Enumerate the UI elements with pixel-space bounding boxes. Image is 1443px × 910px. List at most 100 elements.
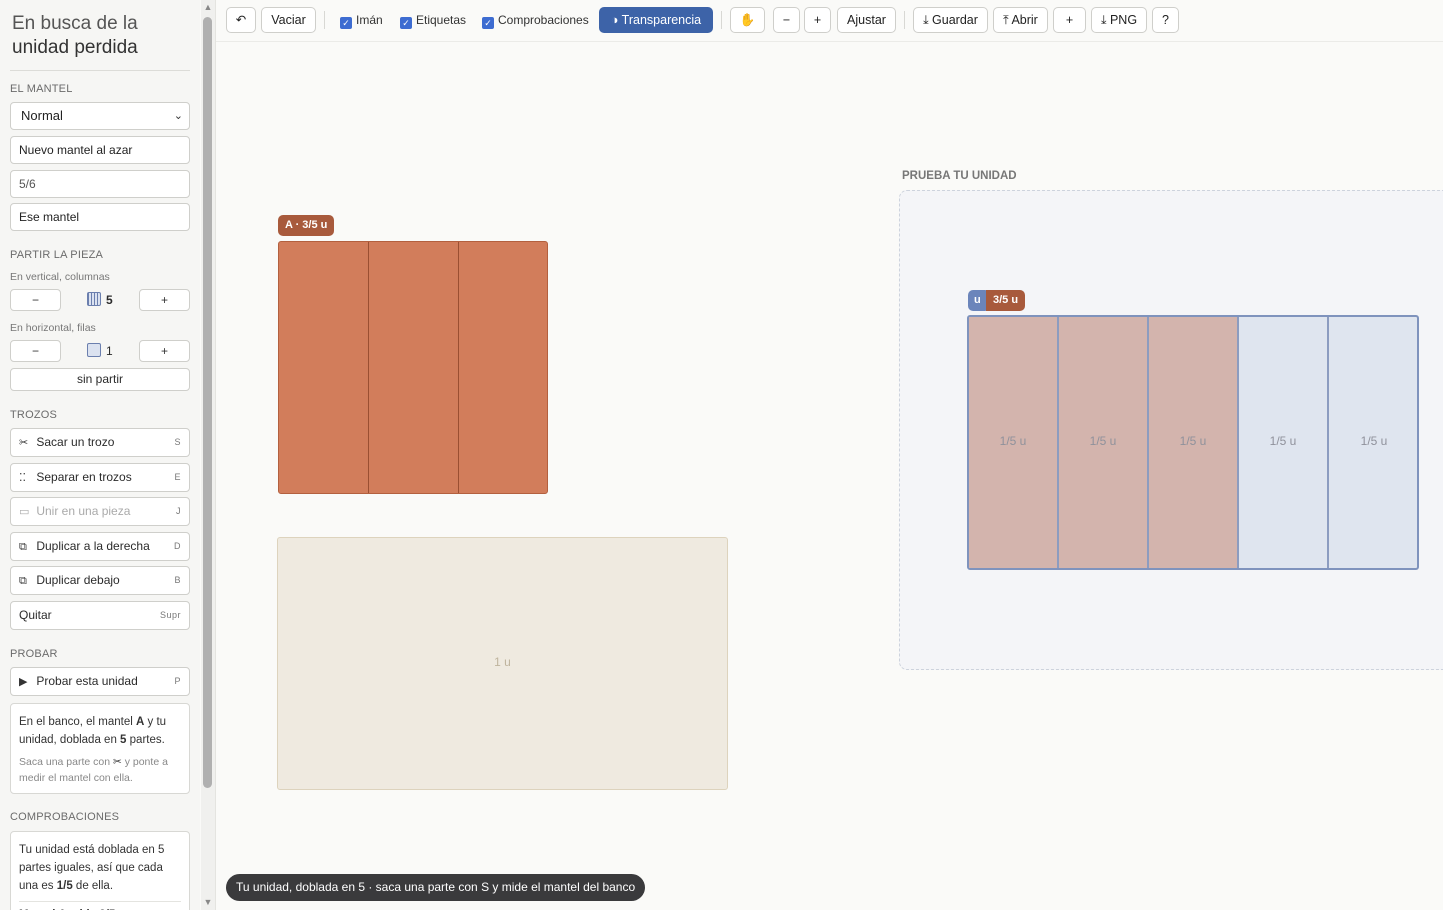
section-trozos: TROZOS [10, 409, 58, 421]
vertical-label: En vertical, columnas [10, 271, 110, 283]
no-split-button[interactable]: sin partir [10, 368, 190, 391]
fit-button[interactable]: Ajustar [837, 7, 896, 33]
scissors-icon: ✂ [112, 756, 122, 768]
piece-divider [368, 242, 369, 493]
shortcut-key: B [174, 575, 181, 585]
cell-label: 1/5 u [1089, 434, 1117, 448]
measure-cell[interactable]: 1/5 u [1239, 317, 1329, 568]
join-piece-button[interactable]: ▭ Unir en una pieza J [10, 497, 190, 526]
scrollbar-thumb[interactable] [203, 17, 212, 788]
rows-count: 1 [106, 344, 113, 358]
transparencia-toggle[interactable]: ◑ Transparencia [599, 7, 713, 33]
zoom-out-button[interactable]: − [773, 7, 800, 33]
rows-minus-button[interactable]: − [10, 340, 61, 362]
app-title-line1: En busca de la [12, 13, 138, 34]
fraction-input[interactable]: 5/6 [10, 170, 190, 198]
take-piece-label: Sacar un trozo [36, 435, 115, 449]
mode-select-value: Normal [21, 108, 63, 123]
app-title-line2: unidad perdida [12, 37, 138, 58]
toolbar: ↶ Vaciar ✓ Imán ✓ Etiquetas ✓ Comprobacione… [216, 0, 1443, 42]
info-hint: Saca una parte con ✂ y ponte a medir el … [19, 756, 168, 784]
divider [215, 0, 216, 910]
duplicate-right-button[interactable]: ⧉ Duplicar a la derecha D [10, 532, 190, 561]
cell-label: 1/5 u [1360, 434, 1388, 448]
columns-count: 5 [106, 293, 113, 307]
measure-cell[interactable]: 1/5 u [969, 317, 1059, 568]
rows-value: 1 [87, 340, 127, 362]
rows-plus-button[interactable]: + [139, 340, 190, 362]
etiquetas-label: Etiquetas [416, 13, 467, 27]
horizontal-label: En horizontal, filas [10, 322, 96, 334]
etiquetas-checkbox[interactable]: ✓ Etiquetas [400, 13, 466, 29]
scissors-icon: ✂ [19, 437, 29, 449]
check-icon: ✓ [482, 17, 494, 29]
vaciar-button[interactable]: Vaciar [261, 7, 316, 33]
dots-icon: ⁚⁚ [19, 472, 26, 484]
info-text: En el banco, el mantel A y tu unidad, do… [19, 716, 167, 746]
check-text: Tu unidad está doblada en 5 partes igual… [19, 844, 165, 892]
columns-value: 5 [87, 289, 127, 311]
check-icon: ✓ [400, 17, 412, 29]
open-button[interactable]: ⤒ Abrir [993, 7, 1048, 33]
check-card: Tu unidad está doblada en 5 partes igual… [10, 831, 190, 910]
rows-icon [87, 343, 101, 357]
divider [324, 11, 325, 29]
zoom-in-button[interactable]: + [804, 7, 831, 33]
section-comprobaciones: COMPROBACIONES [10, 811, 120, 823]
that-mantel-button[interactable]: Ese mantel [10, 203, 190, 231]
add-button[interactable]: + [1053, 7, 1086, 33]
app-title: En busca de la unidad perdida [12, 12, 138, 60]
unit-piece[interactable]: 1 u [277, 537, 728, 790]
piece-divider [458, 242, 459, 493]
duplicate-below-label: Duplicar debajo [36, 573, 120, 587]
remove-label: Quitar [19, 608, 52, 622]
duplicate-below-button[interactable]: ⧉ Duplicar debajo B [10, 566, 190, 595]
shortcut-key: P [174, 676, 181, 686]
measure-bar[interactable]: 1/5 u 1/5 u 1/5 u 1/5 u 1/5 u [967, 315, 1419, 570]
duplicate-icon: ⧉ [19, 541, 27, 553]
shortcut-key: S [174, 437, 181, 447]
split-pieces-button[interactable]: ⁚⁚ Separar en trozos E [10, 463, 190, 492]
export-png-button[interactable]: ⤓ PNG [1091, 7, 1147, 33]
undo-button[interactable]: ↶ [226, 7, 256, 33]
iman-checkbox[interactable]: ✓ Imán [340, 13, 383, 29]
help-button[interactable]: ? [1152, 7, 1179, 33]
columns-minus-button[interactable]: − [10, 289, 61, 311]
mode-select[interactable]: Normal ⌄ [10, 102, 190, 130]
test-unit-label: Probar esta unidad [36, 674, 138, 688]
test-unit-button[interactable]: ▶ Probar esta unidad P [10, 667, 190, 696]
remove-button[interactable]: Quitar Supr [10, 601, 190, 630]
columns-icon [87, 292, 101, 306]
section-partir: PARTIR LA PIEZA [10, 249, 104, 261]
chevron-down-icon: ⌄ [173, 110, 183, 122]
shortcut-key: D [174, 541, 181, 551]
comprobaciones-label: Comprobaciones [498, 13, 589, 27]
play-icon: ▶ [19, 676, 28, 688]
new-random-mantel-button[interactable]: Nuevo mantel al azar [10, 136, 190, 164]
section-probar: PROBAR [10, 648, 58, 660]
check-result: Mantel A mide 3/5 u [19, 901, 181, 910]
duplicate-right-label: Duplicar a la derecha [36, 539, 150, 553]
save-button[interactable]: ⤓ Guardar [913, 7, 988, 33]
measure-cell[interactable]: 1/5 u [1149, 317, 1239, 568]
comprobaciones-checkbox[interactable]: ✓ Comprobaciones [482, 13, 589, 29]
rectangle-icon: ▭ [19, 506, 30, 518]
columns-plus-button[interactable]: + [139, 289, 190, 311]
scroll-up-icon[interactable]: ▲ [203, 2, 213, 12]
unit-label: 1 u [494, 655, 511, 669]
iman-label: Imán [356, 13, 383, 27]
test-zone-title: PRUEBA TU UNIDAD [902, 170, 1017, 182]
scroll-down-icon[interactable]: ▼ [203, 897, 213, 907]
measure-cell[interactable]: 1/5 u [1059, 317, 1149, 568]
join-piece-label: Unir en una pieza [36, 504, 131, 518]
hand-tool-button[interactable]: ✋ [730, 7, 765, 33]
piece-a[interactable] [278, 241, 548, 494]
take-piece-button[interactable]: ✂ Sacar un trozo S [10, 428, 190, 457]
measure-tag: 3/5 u [986, 290, 1026, 311]
divider [10, 70, 190, 71]
section-mantel: EL MANTEL [10, 83, 73, 95]
check-icon: ✓ [340, 17, 352, 29]
cell-label: 1/5 u [1179, 434, 1207, 448]
measure-cell[interactable]: 1/5 u [1329, 317, 1417, 568]
info-card: En el banco, el mantel A y tu unidad, do… [10, 703, 190, 794]
